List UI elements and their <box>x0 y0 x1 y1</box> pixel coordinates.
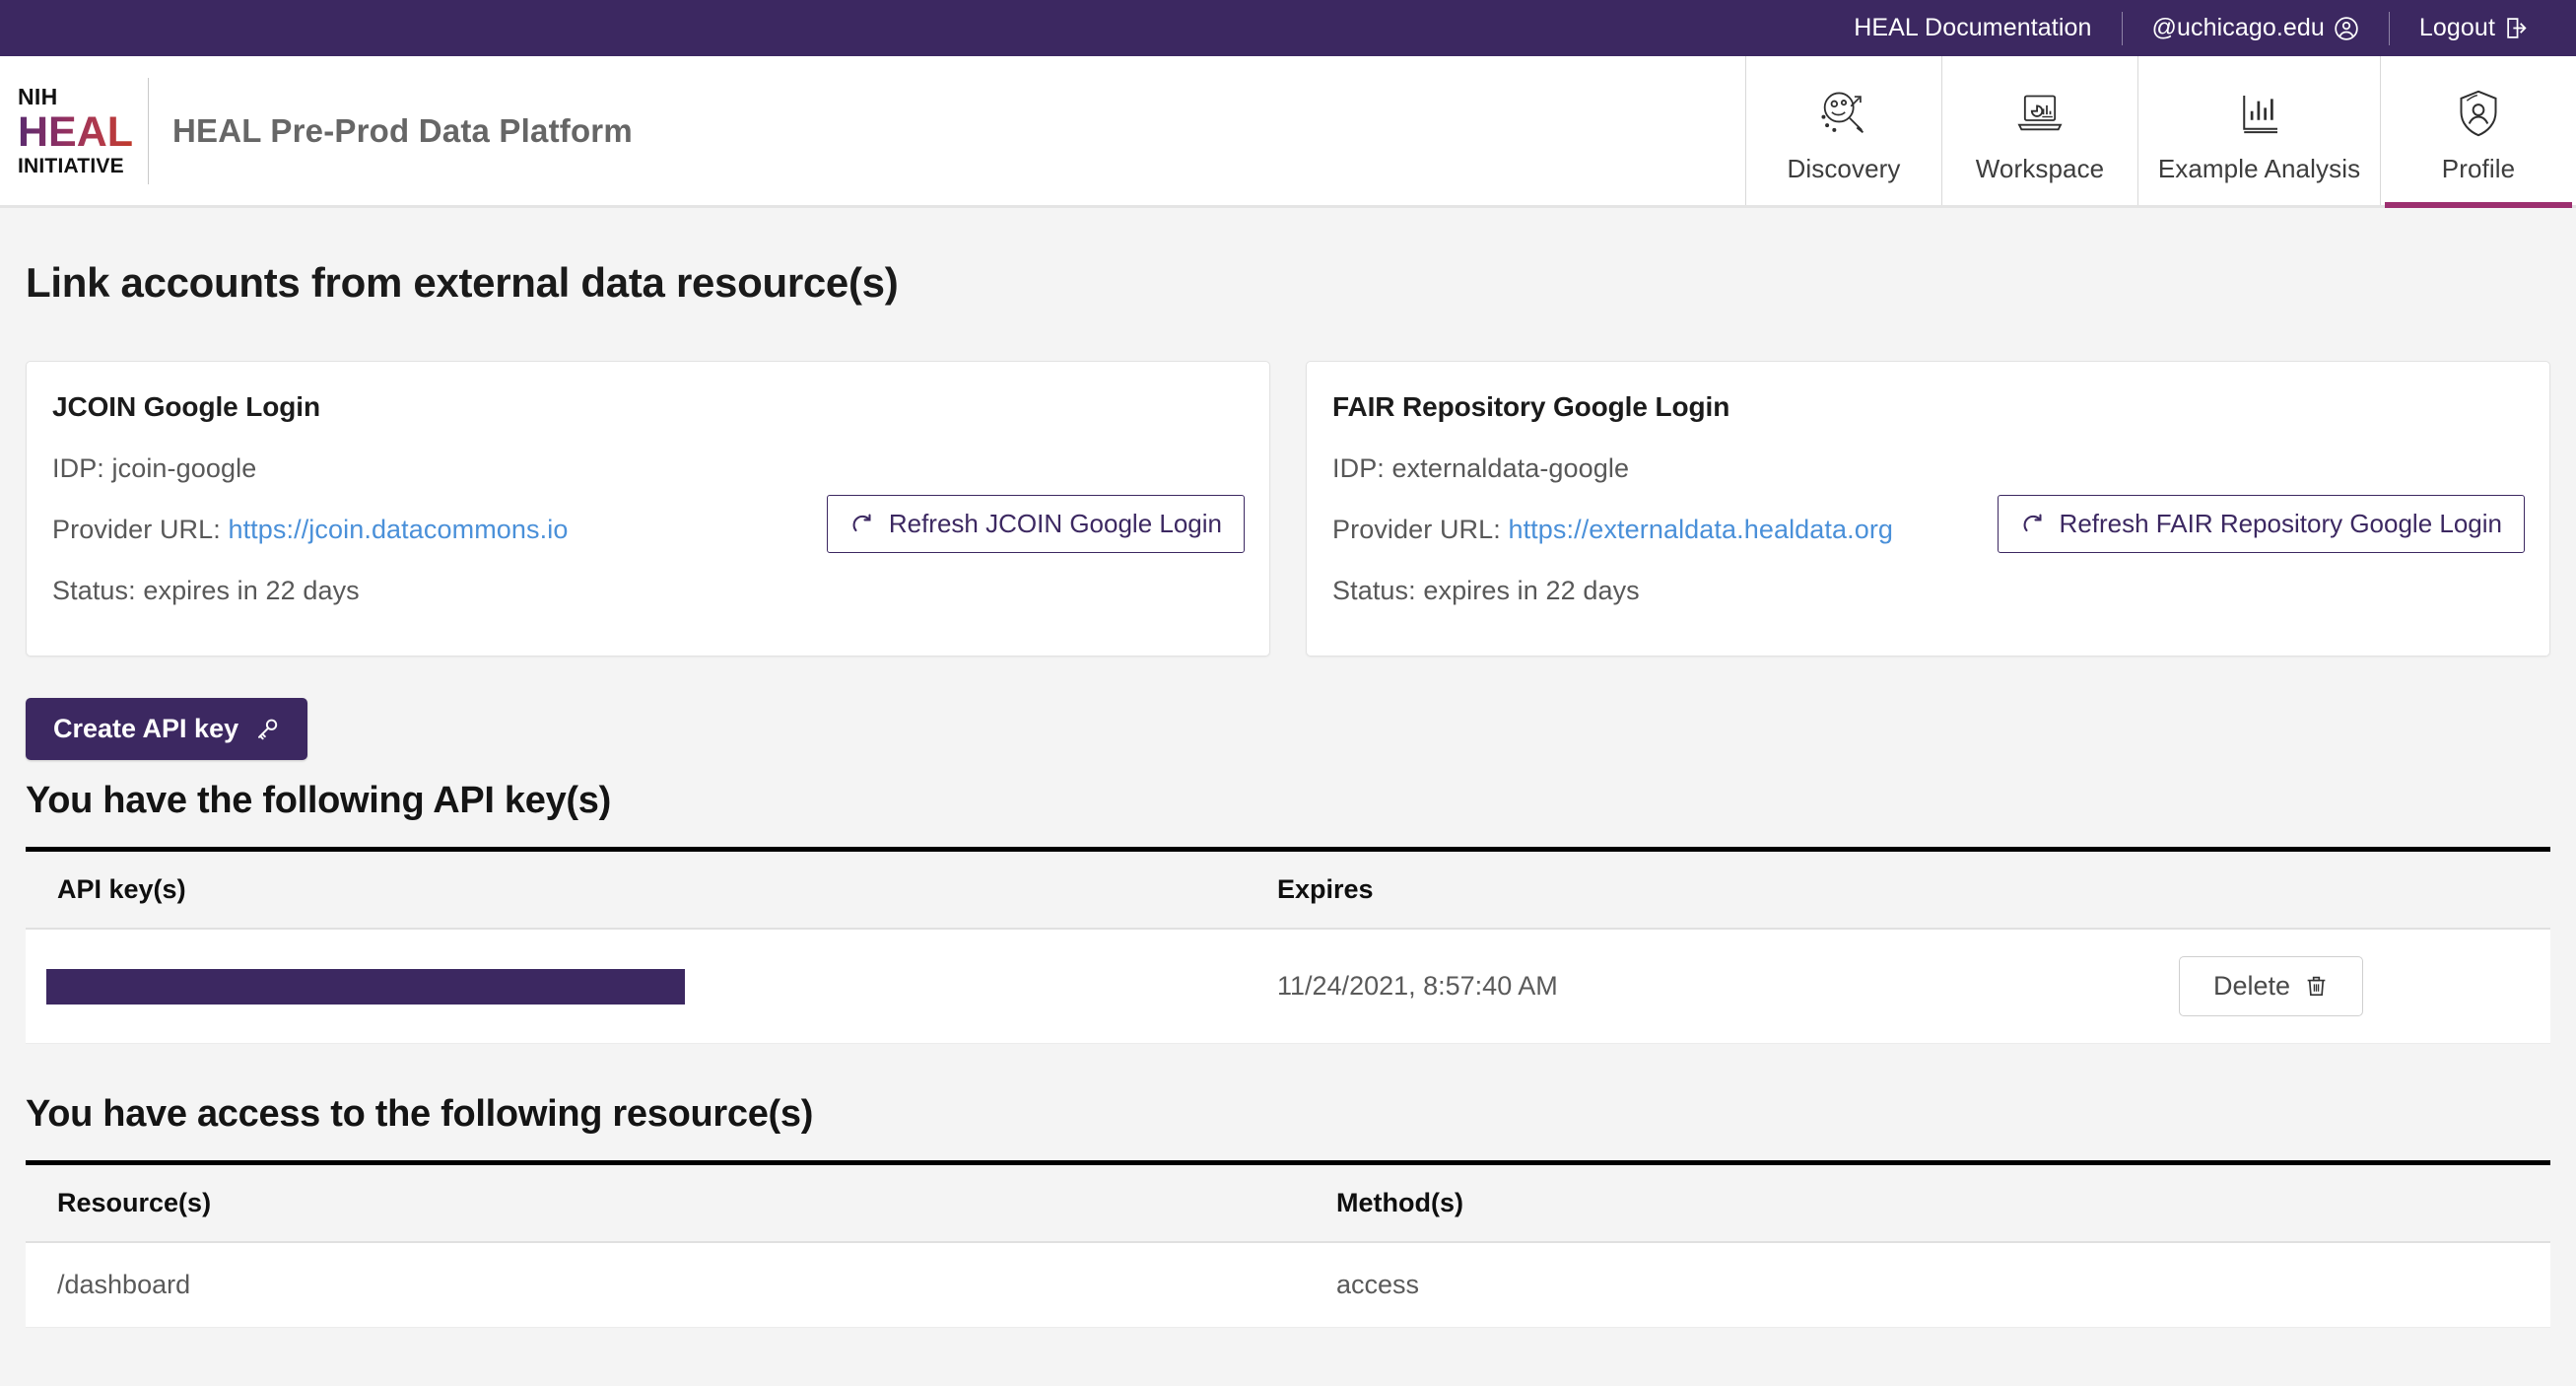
tab-discovery-label: Discovery <box>1787 154 1901 183</box>
api-key-redacted-block <box>46 968 685 1005</box>
api-keys-col-expires: Expires <box>1277 847 2046 930</box>
api-keys-table-head: API key(s) Expires <box>26 847 2550 930</box>
delete-api-key-button[interactable]: Delete <box>2178 956 2363 1016</box>
api-keys-col-key: API key(s) <box>26 847 1277 930</box>
refresh-jcoin-label: Refresh JCOIN Google Login <box>888 509 1222 538</box>
idp-label: IDP: <box>1332 453 1392 483</box>
trash-icon <box>2304 974 2329 999</box>
api-keys-col-action <box>2046 847 2550 930</box>
account-card-status: Status: expires in 22 days <box>1332 576 1640 605</box>
resources-table-body: /dashboard access <box>26 1242 2550 1328</box>
page-title: Link accounts from external data resourc… <box>26 259 899 306</box>
account-card-fair: FAIR Repository Google Login IDP: extern… <box>1306 361 2550 657</box>
provider-url-link[interactable]: https://externaldata.healdata.org <box>1508 515 1893 544</box>
resource-method-cell: access <box>1336 1242 2550 1328</box>
logo-initiative-text: INITIATIVE <box>18 154 124 177</box>
logout-link[interactable]: Logout <box>2390 14 2558 42</box>
tab-profile-label: Profile <box>2441 154 2516 183</box>
user-circle-icon <box>2334 16 2359 41</box>
laptop-chart-icon <box>2012 83 2068 144</box>
logout-label: Logout <box>2418 14 2495 41</box>
bar-chart-icon <box>2233 83 2286 144</box>
provider-url-link[interactable]: https://jcoin.datacommons.io <box>228 515 568 544</box>
account-card-idp: IDP: externaldata-google <box>1332 453 2524 484</box>
idp-value: jcoin-google <box>111 453 257 483</box>
account-card-title: FAIR Repository Google Login <box>1332 391 1730 422</box>
shield-user-icon <box>2451 83 2506 144</box>
tab-profile[interactable]: Profile <box>2380 56 2576 208</box>
heal-documentation-link[interactable]: HEAL Documentation <box>1824 14 2121 42</box>
table-row: /dashboard access <box>26 1242 2550 1328</box>
user-account-link[interactable]: @uchicago.edu <box>2123 14 2389 42</box>
resources-col-resource: Resource(s) <box>26 1160 1336 1243</box>
nih-heal-logo: NIH HEAL INITIATIVE <box>18 83 133 177</box>
tab-example-analysis[interactable]: Example Analysis <box>2137 56 2380 205</box>
resource-name-cell: /dashboard <box>26 1242 1336 1328</box>
resources-table: Resource(s) Method(s) /dashboard access <box>26 1160 2550 1328</box>
refresh-fair-button[interactable]: Refresh FAIR Repository Google Login <box>1997 495 2525 553</box>
table-row: 11/24/2021, 8:57:40 AM Delete <box>26 929 2550 1044</box>
tab-discovery[interactable]: Discovery <box>1745 56 1941 205</box>
magnifier-discovery-icon <box>1815 83 1872 144</box>
logo-heal-text: HEAL <box>18 107 134 156</box>
top-utility-bar: HEAL Documentation @uchicago.edu Logout <box>0 0 2576 56</box>
api-keys-table: API key(s) Expires 11/24/2021, 8:57:40 A… <box>26 847 2550 1044</box>
tab-example-analysis-label: Example Analysis <box>2157 154 2361 183</box>
idp-label: IDP: <box>52 453 112 483</box>
api-key-action-cell: Delete <box>2046 929 2550 1044</box>
account-card-jcoin: JCOIN Google Login IDP: jcoin-google Pro… <box>26 361 1270 657</box>
refresh-icon <box>2020 512 2046 537</box>
resources-header-row: Resource(s) Method(s) <box>26 1160 2550 1243</box>
account-card-idp: IDP: jcoin-google <box>52 453 1244 484</box>
key-icon <box>254 717 280 742</box>
logout-icon <box>2504 16 2529 40</box>
main-content: Link accounts from external data resourc… <box>0 259 2576 1328</box>
linked-accounts-cards: JCOIN Google Login IDP: jcoin-google Pro… <box>26 361 2550 657</box>
api-key-expires-cell: 11/24/2021, 8:57:40 AM <box>1277 929 2046 1044</box>
brand-area: NIH HEAL INITIATIVE HEAL Pre-Prod Data P… <box>0 56 1745 205</box>
api-key-value-cell <box>26 929 1277 1044</box>
provider-label: Provider URL: <box>1332 515 1509 544</box>
heal-documentation-label: HEAL Documentation <box>1854 14 2092 41</box>
resources-col-method: Method(s) <box>1336 1160 2550 1243</box>
idp-value: externaldata-google <box>1391 453 1630 483</box>
resources-section-title: You have access to the following resourc… <box>26 1093 814 1135</box>
refresh-icon <box>849 512 875 537</box>
create-api-key-button[interactable]: Create API key <box>26 698 308 760</box>
provider-label: Provider URL: <box>52 515 229 544</box>
resources-table-head: Resource(s) Method(s) <box>26 1160 2550 1243</box>
account-card-status: Status: expires in 22 days <box>52 576 360 605</box>
create-api-key-label: Create API key <box>53 714 239 743</box>
refresh-fair-label: Refresh FAIR Repository Google Login <box>2059 509 2502 538</box>
api-keys-table-body: 11/24/2021, 8:57:40 AM Delete <box>26 929 2550 1044</box>
refresh-jcoin-button[interactable]: Refresh JCOIN Google Login <box>826 495 1245 553</box>
account-card-title: JCOIN Google Login <box>52 391 320 422</box>
app-header: NIH HEAL INITIATIVE HEAL Pre-Prod Data P… <box>0 56 2576 208</box>
app-title: HEAL Pre-Prod Data Platform <box>172 111 633 149</box>
user-account-label: @uchicago.edu <box>2151 14 2325 41</box>
api-keys-header-row: API key(s) Expires <box>26 847 2550 930</box>
logo-nih-text: NIH <box>18 83 58 109</box>
main-nav-tabs: Discovery Workspace Example Analysis Pro… <box>1745 56 2576 208</box>
brand-divider <box>148 77 149 184</box>
api-keys-section-title: You have the following API key(s) <box>26 780 611 821</box>
tab-workspace-label: Workspace <box>1975 154 2105 183</box>
delete-label: Delete <box>2212 971 2290 1001</box>
tab-workspace[interactable]: Workspace <box>1941 56 2137 205</box>
